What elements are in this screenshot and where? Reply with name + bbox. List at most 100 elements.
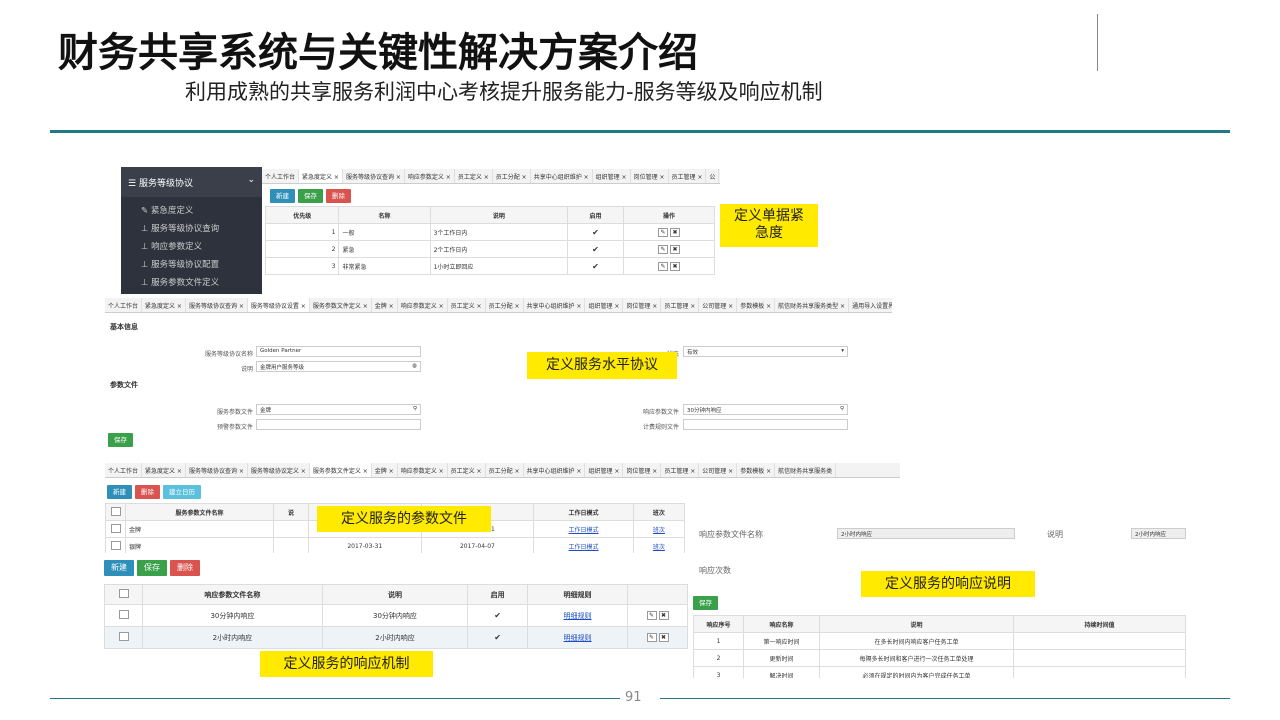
table-row[interactable]: 3 解决时间 必须在规定的时间内为客户完成任务工单 — [693, 666, 1186, 678]
edit-icon[interactable]: ✎ — [657, 261, 668, 271]
save-button[interactable]: 保存 — [137, 560, 167, 576]
tab[interactable]: 个人工作台 — [262, 169, 300, 183]
detail-rule-link[interactable]: 明细规则 — [527, 626, 628, 649]
delete-button[interactable]: 删除 — [135, 485, 160, 499]
col-header[interactable]: 服务参数文件名称 — [125, 503, 274, 521]
status-select[interactable]: 有效 ▾ — [683, 346, 848, 357]
tab[interactable]: 员工管理 × — [669, 169, 707, 183]
shift-link[interactable]: 班次 — [632, 537, 686, 553]
table-row[interactable]: 2 紧急 2个工作日内 ✔ ✎ ✖ — [264, 240, 716, 258]
col-header[interactable]: 响应名称 — [743, 615, 820, 633]
edit-icon[interactable]: ✎ — [657, 227, 668, 237]
billing-rule-field[interactable] — [683, 419, 848, 430]
col-header[interactable]: 说 — [272, 503, 309, 521]
tab[interactable]: 服务等级协议定义 × — [248, 463, 310, 477]
new-button[interactable]: 新建 — [107, 485, 132, 499]
tab[interactable]: 员工管理 × — [661, 463, 700, 477]
tab[interactable]: 参数模板 × — [737, 298, 776, 312]
tab[interactable]: 员工分配 × — [486, 298, 524, 312]
tab[interactable]: 服务参数文件定义 × — [309, 463, 372, 477]
save-button[interactable]: 保存 — [298, 189, 323, 203]
col-header[interactable]: 响应参数文件名称 — [142, 584, 323, 605]
sla-name-field[interactable]: Golden Partner — [256, 346, 421, 357]
check-icon[interactable]: ✔ — [567, 257, 624, 275]
globe-icon[interactable]: ◍ — [412, 363, 417, 369]
tab[interactable]: 员工管理 × — [661, 298, 700, 312]
new-button[interactable]: 新建 — [270, 189, 295, 203]
edit-icon[interactable]: ✎ — [657, 244, 668, 254]
tab[interactable]: 金牌 × — [372, 463, 398, 477]
checkbox[interactable] — [110, 523, 121, 533]
tab[interactable]: 航信财务共享服务类 — [775, 463, 837, 477]
detail-rule-link[interactable]: 明细规则 — [527, 604, 628, 627]
tab[interactable]: 岗位管理 × — [631, 169, 669, 183]
search-icon[interactable]: ⚲ — [840, 406, 844, 412]
tab[interactable]: 响应参数定义 × — [405, 169, 455, 183]
create-calendar-button[interactable]: 建立日历 — [163, 485, 201, 499]
col-header[interactable]: 启用 — [467, 584, 529, 605]
tab[interactable]: 响应参数定义 × — [398, 463, 448, 477]
col-header[interactable]: 明细规则 — [527, 584, 628, 605]
tab[interactable]: 个人工作台 — [105, 463, 143, 477]
tab[interactable]: 组织管理 × — [585, 463, 624, 477]
description-field[interactable]: 2小时内响应 — [1131, 528, 1186, 539]
col-header[interactable]: 工作日模式 — [533, 503, 634, 521]
tab[interactable]: 参数模板 × — [737, 463, 776, 477]
check-icon[interactable]: ✔ — [567, 240, 624, 258]
close-icon[interactable]: ✖ — [658, 611, 669, 620]
col-header[interactable]: 班次 — [632, 503, 686, 521]
close-icon[interactable]: ✖ — [669, 244, 680, 254]
col-header[interactable]: 响应序号 — [693, 615, 744, 633]
col-header[interactable]: 操作 — [622, 206, 716, 224]
table-row[interactable]: 2 更新时间 每隔多长时间和客户进行一次任务工单处理 — [693, 649, 1186, 667]
sidebar-item[interactable]: ⊥ 服务等级协议查询 — [121, 219, 262, 237]
tab[interactable]: 员工定义 × — [455, 169, 493, 183]
col-header[interactable]: 名称 — [338, 206, 431, 224]
tab[interactable]: 员工分配 × — [493, 169, 531, 183]
tab[interactable]: 紧急度定义 × — [142, 463, 186, 477]
tab[interactable]: 公 — [706, 169, 720, 183]
tab[interactable]: 岗位管理 × — [623, 298, 662, 312]
tab[interactable]: 员工定义 × — [448, 463, 486, 477]
tab[interactable]: 服务等级协议设置 × — [247, 298, 310, 312]
description-field[interactable]: 金牌用户服务等级 ◍ — [256, 361, 421, 372]
tab[interactable]: 响应参数定义 × — [398, 298, 448, 312]
check-icon[interactable]: ✔ — [467, 604, 529, 627]
tab[interactable]: 紧急度定义 × — [142, 298, 186, 312]
sidebar-item[interactable]: ⊥ 服务等级协议配置 — [121, 255, 262, 273]
table-row[interactable]: 3 非常紧急 1小时立即回应 ✔ ✎ ✖ — [264, 257, 716, 275]
close-icon[interactable]: ✖ — [669, 261, 680, 271]
sidebar-item[interactable]: ⊥ 服务参数文件定义 — [121, 273, 262, 291]
delete-button[interactable]: 删除 — [326, 189, 351, 203]
checkbox[interactable] — [110, 506, 121, 516]
close-icon[interactable]: ✖ — [669, 227, 680, 237]
tab[interactable]: 通用导入设置界面 × — [849, 298, 892, 312]
tab[interactable]: 组织管理 × — [585, 298, 624, 312]
checkbox[interactable] — [118, 589, 129, 598]
table-row[interactable]: 1 一般 3个工作日内 ✔ ✎ ✖ — [264, 223, 716, 241]
tab[interactable]: 组织管理 × — [593, 169, 631, 183]
tab[interactable]: 共享中心组织维护 × — [524, 463, 586, 477]
sidebar-item[interactable]: ✎ 紧急度定义 — [121, 201, 262, 219]
tab[interactable]: 紧急度定义 × — [299, 169, 343, 183]
new-button[interactable]: 新建 — [104, 560, 134, 576]
tab[interactable]: 员工分配 × — [486, 463, 524, 477]
tab[interactable]: 服务等级协议查询 × — [343, 169, 405, 183]
delete-button[interactable]: 删除 — [170, 560, 200, 576]
table-row[interactable]: 银牌 2017-03-31 2017-04-07 工作日模式 班次 — [105, 537, 686, 553]
table-row[interactable]: 30分钟内响应 30分钟内响应 ✔ 明细规则 ✎ ✖ — [104, 604, 688, 627]
checkbox[interactable] — [118, 632, 129, 641]
service-param-field[interactable]: 金牌 ⚲ — [256, 404, 421, 415]
col-header[interactable]: 优先级 — [264, 206, 340, 224]
workday-mode-link[interactable]: 工作日模式 — [533, 537, 634, 553]
table-row[interactable]: 2小时内响应 2小时内响应 ✔ 明细规则 ✎ ✖ — [104, 626, 688, 649]
save-button[interactable]: 保存 — [108, 433, 133, 447]
check-icon[interactable]: ✔ — [567, 223, 624, 241]
warning-param-field[interactable] — [256, 419, 421, 430]
checkbox[interactable] — [110, 540, 121, 550]
table-row[interactable]: 1 第一响应时间 在多长时间内响应客户任务工单 — [693, 632, 1186, 650]
col-header[interactable]: 启用 — [567, 206, 624, 224]
tab[interactable]: 员工定义 × — [448, 298, 486, 312]
tab[interactable]: 服务参数文件定义 × — [310, 298, 372, 312]
col-header[interactable]: 说明 — [321, 584, 469, 605]
